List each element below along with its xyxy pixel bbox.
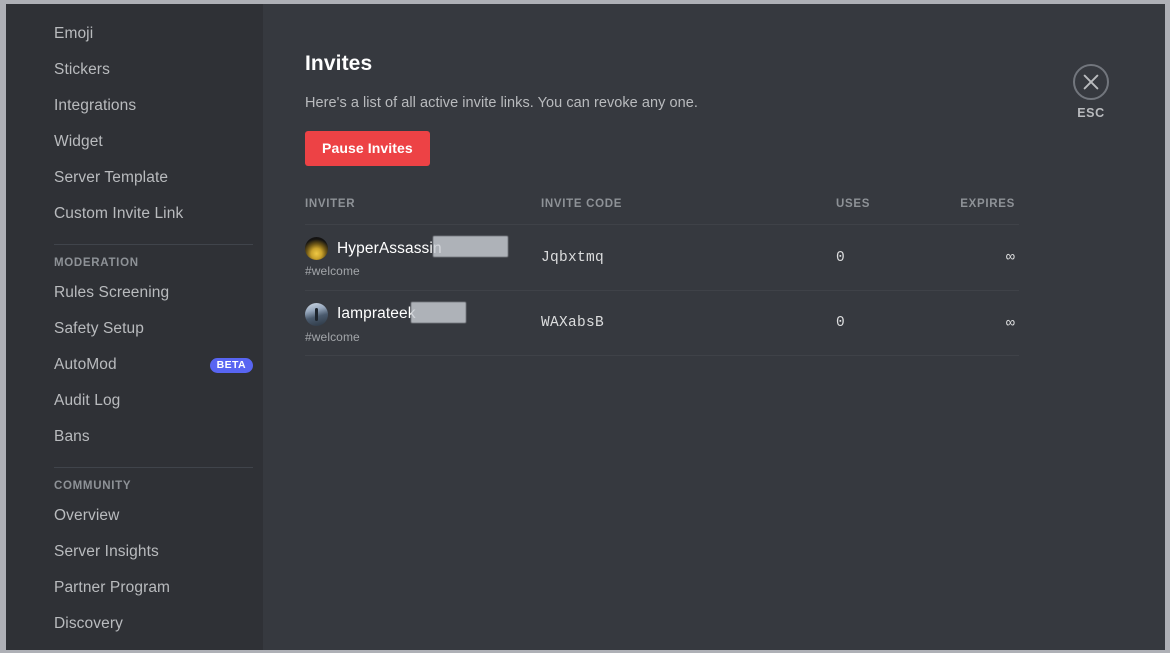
inviter-name: HyperAssassin (337, 239, 442, 257)
inviter-cell: Iamprateek #welcome (305, 301, 541, 344)
table-row[interactable]: Iamprateek #welcome WAXabsB 0 ∞ (305, 290, 1019, 356)
inviter-line: Iamprateek (305, 301, 541, 326)
sidebar-item-audit-log[interactable]: Audit Log (54, 383, 253, 419)
redaction-overlay (433, 236, 508, 257)
sidebar-item-label: Discovery (54, 615, 123, 632)
sidebar-item-server-template[interactable]: Server Template (54, 160, 253, 196)
column-header-invite-code: INVITE CODE (541, 198, 623, 210)
sidebar-item-integrations[interactable]: Integrations (54, 88, 253, 124)
sidebar-item-widget[interactable]: Widget (54, 124, 253, 160)
sidebar-item-label: Safety Setup (54, 320, 144, 337)
invites-table: INVITER INVITE CODE USES EXPIRES HyperAs… (305, 198, 1019, 356)
close-icon-circle[interactable] (1073, 64, 1109, 100)
sidebar-item-automod[interactable]: AutoMod BETA (54, 347, 253, 383)
close-x-icon (1083, 74, 1099, 90)
close-settings-button[interactable]: ESC (1063, 64, 1119, 120)
invites-panel: Invites Here's a list of all active invi… (263, 4, 1165, 650)
invite-uses: 0 (836, 249, 845, 266)
sidebar-item-safety-setup[interactable]: Safety Setup (54, 311, 253, 347)
sidebar-moderation-group: Rules Screening Safety Setup AutoMod BET… (6, 275, 263, 455)
sidebar-item-label: Integrations (54, 97, 137, 114)
sidebar-item-custom-invite-link[interactable]: Custom Invite Link (54, 196, 253, 232)
invite-uses: 0 (836, 315, 845, 331)
sidebar-item-bans[interactable]: Bans (54, 419, 253, 455)
sidebar-top-group: Emoji Stickers Integrations Widget Serve… (6, 16, 263, 232)
sidebar-item-label: Overview (54, 507, 120, 524)
column-header-uses: USES (836, 198, 871, 210)
sidebar-item-label: Bans (54, 428, 90, 445)
sidebar-divider (54, 244, 253, 245)
sidebar-item-rules-screening[interactable]: Rules Screening (54, 275, 253, 311)
sidebar-community-group: Overview Server Insights Partner Program… (6, 498, 263, 642)
invite-expires: ∞ (1005, 249, 1015, 266)
sidebar-heading-moderation: MODERATION (54, 257, 139, 269)
sidebar-item-label: Server Template (54, 169, 169, 186)
screenshot-frame: Emoji Stickers Integrations Widget Serve… (0, 0, 1170, 653)
sidebar-item-label: Rules Screening (54, 284, 170, 301)
sidebar-heading-community: COMMUNITY (54, 480, 132, 492)
column-header-expires: EXPIRES (960, 198, 1015, 210)
inviter-line: HyperAssassin (305, 236, 541, 260)
invites-content: Invites Here's a list of all active invi… (305, 52, 1030, 356)
sidebar-item-label: AutoMod (54, 356, 117, 373)
invite-expires: ∞ (1005, 314, 1015, 332)
inviter-cell: HyperAssassin #welcome (305, 236, 541, 278)
inviter-name: Iamprateek (337, 305, 416, 322)
invite-code: Jqbxtmq (541, 249, 605, 266)
esc-label: ESC (1077, 106, 1105, 120)
sidebar-item-label: Widget (54, 133, 103, 150)
invite-channel: #welcome (305, 329, 360, 344)
sidebar-item-label: Stickers (54, 61, 110, 78)
sidebar-divider (54, 467, 253, 468)
page-description: Here's a list of all active invite links… (305, 95, 698, 111)
invite-channel: #welcome (305, 264, 360, 278)
sidebar-item-label: Custom Invite Link (54, 205, 184, 222)
sidebar-item-label: Emoji (54, 25, 94, 42)
sidebar-item-label: Audit Log (54, 392, 121, 409)
discord-server-settings: Emoji Stickers Integrations Widget Serve… (6, 4, 1165, 650)
sidebar-item-label: Partner Program (54, 579, 171, 596)
sidebar-item-discovery[interactable]: Discovery (54, 606, 253, 642)
sidebar-item-label: Server Insights (54, 543, 159, 560)
avatar (305, 302, 328, 326)
settings-sidebar: Emoji Stickers Integrations Widget Serve… (6, 4, 263, 650)
page-title: Invites (305, 52, 373, 75)
sidebar-item-partner-program[interactable]: Partner Program (54, 570, 253, 606)
table-header-row: INVITER INVITE CODE USES EXPIRES (305, 198, 1019, 224)
sidebar-item-emoji[interactable]: Emoji (54, 16, 253, 52)
column-header-inviter: INVITER (305, 198, 356, 210)
redaction-overlay (411, 301, 466, 323)
pause-invites-button[interactable]: Pause Invites (305, 131, 430, 166)
avatar (305, 237, 328, 260)
invite-code: WAXabsB (541, 315, 605, 331)
beta-badge: BETA (209, 357, 253, 373)
sidebar-item-overview[interactable]: Overview (54, 498, 253, 534)
sidebar-item-stickers[interactable]: Stickers (54, 52, 253, 88)
sidebar-item-server-insights[interactable]: Server Insights (54, 534, 253, 570)
table-row[interactable]: HyperAssassin #welcome Jqbxtmq 0 ∞ (305, 224, 1019, 290)
